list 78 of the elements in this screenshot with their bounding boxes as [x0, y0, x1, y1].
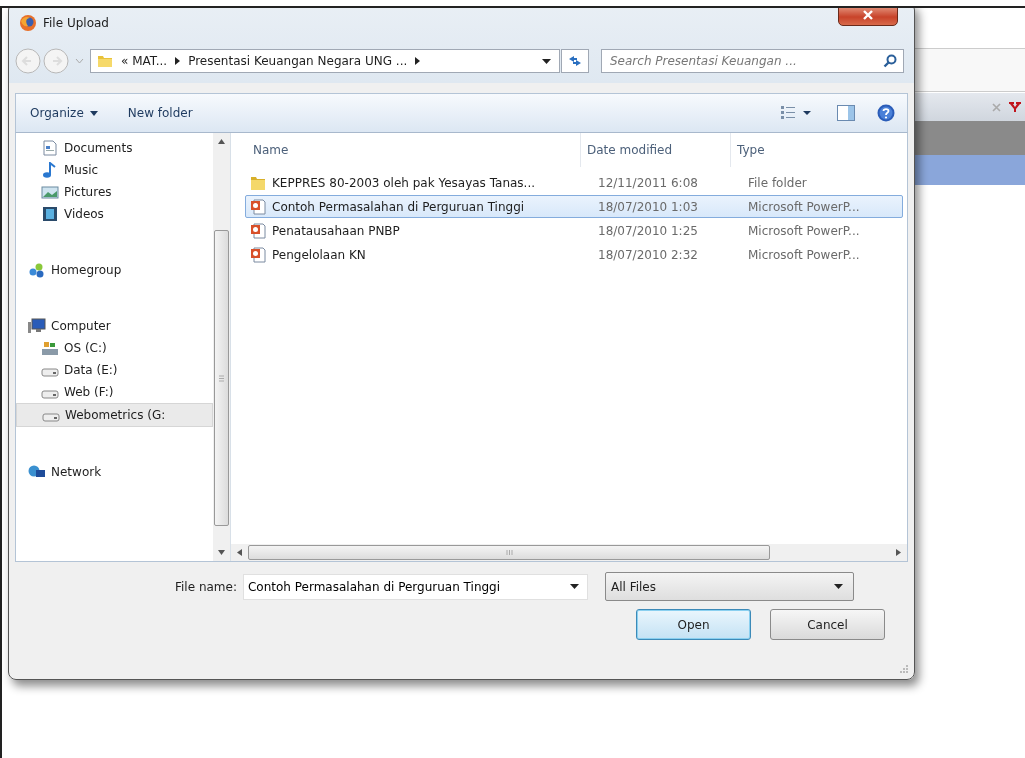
toolbar-button[interactable]: Organize: [26, 103, 102, 123]
scroll-left-icon[interactable]: [237, 549, 242, 556]
system-drive-icon: [41, 340, 59, 356]
scroll-up-icon[interactable]: [218, 139, 225, 144]
chevron-icon[interactable]: [415, 57, 421, 65]
field-label: File name:: [175, 579, 237, 594]
scrollbar[interactable]: [213, 133, 230, 561]
nav-item[interactable]: Network: [16, 461, 213, 483]
slide-file-icon: [250, 222, 266, 239]
nav-item[interactable]: OS (C:): [16, 337, 213, 359]
preview-pane-icon[interactable]: [837, 105, 855, 121]
slide-file-icon: [250, 198, 266, 215]
type-cell-text: File folder: [747, 175, 808, 190]
dialog-button[interactable]: Cancel: [770, 609, 885, 640]
favicon-icon: [1009, 101, 1021, 113]
column-header[interactable]: Date modified: [581, 133, 731, 167]
dropdown-arrow-icon: [833, 584, 843, 589]
close-button[interactable]: [838, 8, 898, 26]
documents-icon: [41, 140, 59, 156]
column-header[interactable]: Name: [231, 133, 581, 167]
search-icon[interactable]: [883, 54, 897, 68]
nav-item[interactable]: Computer: [16, 315, 213, 337]
resize-grip-icon[interactable]: [900, 665, 908, 673]
file-name: Pengelolaan KN: [272, 247, 366, 262]
homegroup-icon: [28, 262, 46, 278]
pictures-icon: [41, 184, 59, 200]
dropdown-arrow-icon[interactable]: [542, 58, 551, 64]
grip-icon: [219, 374, 224, 382]
file-name: KEPPRES 80-2003 oleh pak Yesayas Tanas...: [272, 175, 536, 190]
close-icon: [862, 10, 874, 20]
breadcrumb-item[interactable]: Presentasi Keuangan Negara UNG ...: [188, 54, 408, 68]
caret-icon: [89, 110, 98, 116]
type-cell-text: Microsoft PowerP...: [747, 223, 861, 238]
nav-item[interactable]: Pictures: [16, 181, 213, 203]
refresh-icon: [567, 54, 583, 68]
file-name: Penatausahaan PNBP: [272, 223, 400, 238]
nav-item[interactable]: Data (E:): [16, 359, 213, 381]
file-name: Contoh Permasalahan di Perguruan Tinggi: [272, 199, 525, 214]
refresh-button[interactable]: [561, 49, 589, 73]
globe-icon: [19, 14, 37, 32]
scroll-right-icon[interactable]: [896, 549, 901, 556]
nav-item[interactable]: Web (F:): [16, 381, 213, 403]
scroll-down-icon[interactable]: [218, 550, 225, 555]
column-header[interactable]: Type: [731, 133, 891, 167]
date-cell-text: 12/11/2011 6:08: [597, 175, 699, 190]
nav-item[interactable]: Homegroup: [16, 259, 213, 281]
breadcrumb-item[interactable]: « MAT...: [121, 54, 168, 68]
file-type-dropdown[interactable]: All Files: [604, 572, 854, 601]
toolbar-button[interactable]: New folder: [123, 103, 197, 123]
grip-icon: [505, 550, 513, 555]
file-name-field[interactable]: Contoh Permasalahan di Perguruan Tinggi: [242, 573, 588, 600]
nav-item[interactable]: Videos: [16, 203, 213, 225]
nav-item[interactable]: Documents: [16, 137, 213, 159]
date-cell-text: 18/07/2010 1:25: [597, 223, 699, 238]
file-row[interactable]: Contoh Permasalahan di Perguruan Tinggi 18/07/2010 1:03 Microsoft PowerP...: [245, 195, 903, 218]
dialog-button[interactable]: Open: [636, 609, 751, 640]
date-cell-text: 18/07/2010 2:32: [597, 247, 699, 262]
dropdown-arrow-icon[interactable]: [569, 584, 579, 589]
scrollbar[interactable]: [231, 544, 907, 561]
type-cell-text: Microsoft PowerP...: [747, 247, 861, 262]
type-cell-text: Microsoft PowerP...: [747, 199, 861, 214]
nav-item[interactable]: Webometrics (G:: [16, 403, 213, 427]
address-bar[interactable]: « MAT... Presentasi Keuangan Negara UNG ...: [90, 49, 560, 73]
nav-item[interactable]: Music: [16, 159, 213, 181]
folder-icon: [97, 53, 113, 69]
file-row[interactable]: KEPPRES 80-2003 oleh pak Yesayas Tanas... 12/11/2011 6:08 File folder: [245, 171, 903, 194]
file-row[interactable]: Pengelolaan KN 18/07/2010 2:32 Microsoft PowerP...: [245, 243, 903, 266]
file-row[interactable]: Penatausahaan PNBP 18/07/2010 1:25 Microsoft PowerP...: [245, 219, 903, 242]
window-title: File Upload: [43, 16, 109, 30]
folder-icon: [250, 174, 266, 191]
search-field[interactable]: Search Presentasi Keuangan ...: [601, 49, 904, 73]
videos-icon: [41, 206, 59, 222]
help-icon[interactable]: [877, 104, 895, 122]
slide-file-icon: [250, 246, 266, 263]
chevron-icon[interactable]: [175, 57, 181, 65]
date-cell-text: 18/07/2010 1:03: [597, 199, 699, 214]
computer-icon: [28, 318, 46, 334]
network-icon: [28, 464, 46, 480]
